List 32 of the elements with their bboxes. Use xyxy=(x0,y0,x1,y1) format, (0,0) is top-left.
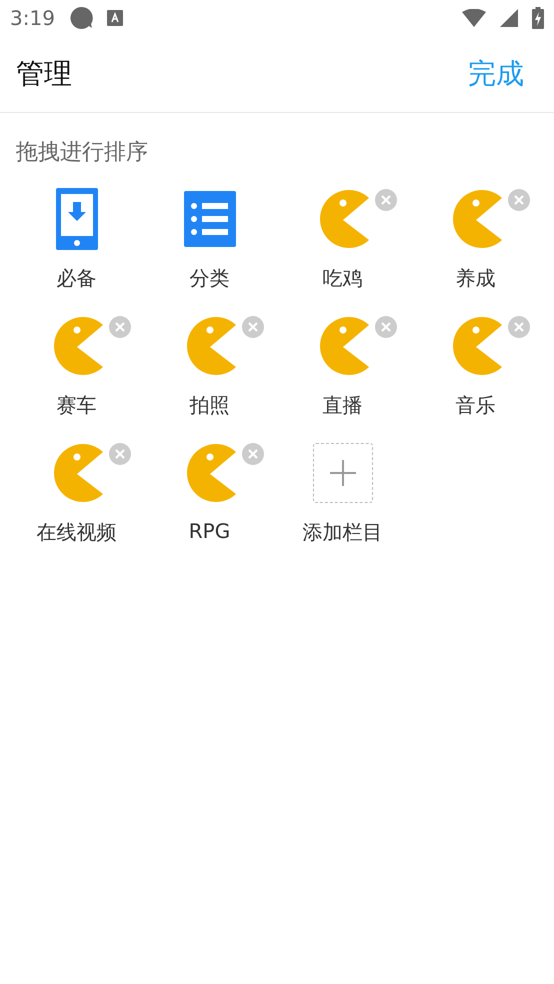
add-button[interactable] xyxy=(312,443,372,503)
item-label: 赛车 xyxy=(56,392,96,419)
item-label: 分类 xyxy=(190,265,230,292)
wifi-icon xyxy=(462,9,486,27)
item-label: RPG xyxy=(188,519,230,543)
plus-icon xyxy=(330,460,356,486)
phone-download-icon xyxy=(56,188,98,250)
item-label: 必备 xyxy=(56,265,96,292)
item-label: 直播 xyxy=(322,392,362,419)
item-label: 拍照 xyxy=(190,392,230,419)
item-label: 吃鸡 xyxy=(322,265,362,292)
done-button[interactable]: 完成 xyxy=(468,55,524,93)
remove-icon[interactable] xyxy=(508,189,530,211)
remove-icon[interactable] xyxy=(108,316,130,338)
item-label: 在线视频 xyxy=(36,519,116,546)
remove-icon[interactable] xyxy=(108,443,130,465)
page-title: 管理 xyxy=(16,56,72,92)
remove-icon[interactable] xyxy=(242,443,264,465)
item-label: 养成 xyxy=(456,265,496,292)
chat-bubble-icon xyxy=(68,6,93,30)
battery-charging-icon xyxy=(532,7,544,29)
remove-icon[interactable] xyxy=(242,316,264,338)
keyboard-notification-icon xyxy=(106,10,123,26)
section-hint: 拖拽进行排序 xyxy=(15,139,149,167)
status-time: 3:19 xyxy=(10,6,55,30)
remove-icon[interactable] xyxy=(508,316,530,338)
item-label: 音乐 xyxy=(456,392,496,419)
remove-icon[interactable] xyxy=(374,316,396,338)
list-icon xyxy=(184,191,236,247)
signal-icon xyxy=(500,9,518,27)
remove-icon[interactable] xyxy=(374,189,396,211)
item-label: 添加栏目 xyxy=(302,519,382,546)
